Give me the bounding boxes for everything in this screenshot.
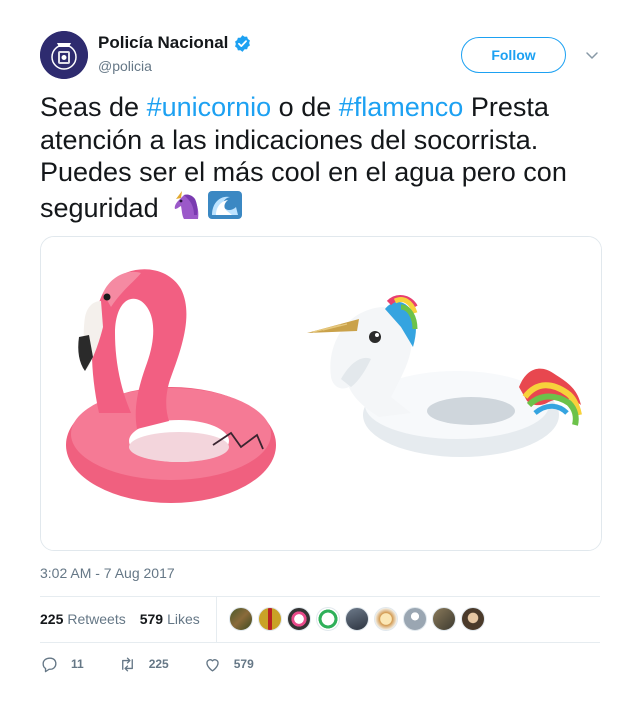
tweet-stats: 225 Retweets 579 Likes	[40, 596, 600, 642]
tweet-timestamp[interactable]: 3:02 AM - 7 Aug 2017	[40, 565, 175, 581]
account-handle[interactable]: @policia	[98, 58, 252, 74]
chevron-down-icon[interactable]	[585, 48, 599, 62]
tweet-text-segment: Seas de	[40, 92, 147, 122]
avatar[interactable]	[40, 31, 88, 79]
floats-photo	[41, 237, 601, 550]
liker-avatars	[228, 607, 485, 631]
reply-button[interactable]: 11	[40, 655, 84, 674]
divider	[40, 642, 600, 643]
retweet-button[interactable]: 225	[118, 655, 169, 674]
wave-emoji-icon	[208, 190, 243, 219]
display-name[interactable]: Policía Nacional	[98, 33, 252, 53]
account-name-block[interactable]: Policía Nacional @policia	[98, 33, 252, 74]
liker-avatar[interactable]	[228, 607, 253, 631]
likes-label: Likes	[167, 611, 200, 627]
retweets-label: Retweets	[67, 611, 126, 627]
reply-icon	[42, 656, 57, 672]
like-count: 579	[233, 657, 254, 671]
heart-icon	[206, 658, 219, 672]
liker-avatar[interactable]	[460, 607, 485, 631]
stats-divider	[215, 596, 217, 642]
tweet-text: Seas de #unicornio o de #flamenco Presta…	[40, 91, 600, 224]
retweet-count: 225	[148, 657, 169, 671]
liker-avatar[interactable]	[286, 607, 311, 631]
retweets-stat[interactable]: 225 Retweets	[40, 611, 126, 627]
unicorn-emoji-icon	[174, 190, 199, 219]
verified-badge-icon	[235, 34, 251, 52]
tweet-text-segment: o de	[271, 92, 339, 122]
likes-stat[interactable]: 579 Likes	[140, 611, 200, 627]
tweet-header: Policía Nacional @policia Follow	[40, 31, 600, 81]
like-button[interactable]: 579	[203, 655, 254, 674]
retweet-icon	[121, 656, 133, 672]
liker-avatar[interactable]	[373, 607, 398, 631]
display-name-text: Policía Nacional	[98, 33, 229, 52]
likes-count: 579	[139, 611, 164, 627]
hashtag-link-unicornio[interactable]: #unicornio	[147, 92, 272, 122]
liker-avatar[interactable]	[402, 607, 427, 631]
liker-avatar[interactable]	[431, 607, 456, 631]
tweet-actions: 11 225 579	[40, 652, 600, 676]
reply-count: 11	[71, 657, 84, 671]
retweets-count: 225	[40, 611, 64, 627]
tweet-media-image[interactable]	[40, 236, 602, 551]
liker-avatar[interactable]	[315, 607, 340, 631]
liker-avatar[interactable]	[257, 607, 282, 631]
follow-button[interactable]: Follow	[461, 37, 566, 73]
hashtag-link-flamenco[interactable]: #flamenco	[339, 92, 464, 122]
liker-avatar[interactable]	[344, 607, 369, 631]
